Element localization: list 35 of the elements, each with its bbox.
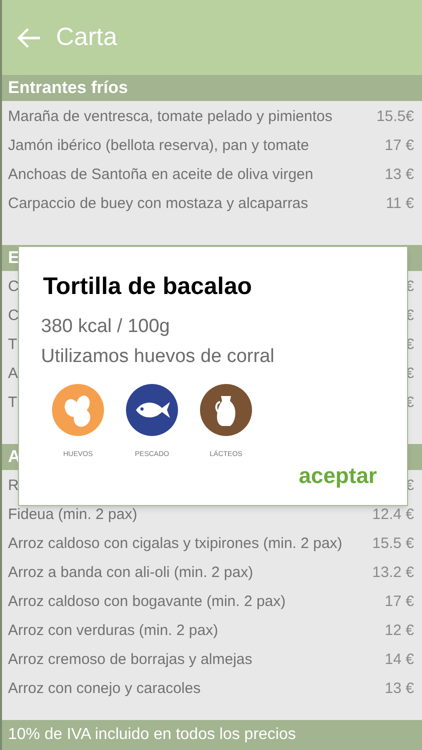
dish-name[interactable]: C bbox=[8, 305, 19, 328]
footer-note: 10% de IVA incluido en todos los precios bbox=[2, 720, 422, 750]
dish-name[interactable]: Arroz cremoso de borrajas y almejas bbox=[8, 649, 252, 672]
dish-price: 15.5 € bbox=[372, 534, 414, 554]
dish-name[interactable]: Arroz con conejo y caracoles bbox=[8, 678, 201, 701]
dish-name[interactable]: Carpaccio de buey con mostaza y alcaparras bbox=[8, 193, 308, 216]
dish-name[interactable]: A bbox=[8, 363, 18, 386]
dish-price: 17 € bbox=[384, 592, 414, 612]
calorie-text: 380 kcal / 100g bbox=[41, 315, 170, 339]
dish-name[interactable]: C bbox=[8, 276, 19, 299]
note-text: Utilizamos huevos de corral bbox=[41, 345, 274, 369]
dish-name[interactable]: Arroz a banda con ali-oli (min. 2 pax) bbox=[8, 562, 254, 585]
dish-name[interactable]: R bbox=[8, 475, 19, 498]
dish-price: 12.4 € bbox=[372, 505, 414, 526]
dish-name[interactable]: Fideua (min. 2 pax) bbox=[8, 504, 138, 527]
dish-name[interactable]: T bbox=[8, 392, 18, 415]
dish-name[interactable]: Anchoas de Santoña en aceite de oliva virgen bbox=[8, 164, 314, 187]
dialog-title: Tortilla de bacalao bbox=[43, 272, 252, 302]
back-arrow-icon bbox=[17, 28, 41, 48]
page-title: Carta bbox=[56, 22, 118, 53]
dish-price: 13 € bbox=[384, 679, 414, 700]
section-header: Entrantes fríos bbox=[2, 75, 422, 101]
dish-price: 17 € bbox=[384, 136, 414, 156]
dish-name[interactable]: Arroz caldoso con bogavante (min. 2 pax) bbox=[8, 591, 286, 614]
dish-name[interactable]: Jamón ibérico (bellota reserva), pan y tomate bbox=[8, 135, 309, 158]
dish-price: 11 € bbox=[386, 194, 414, 214]
dish-name[interactable]: Maraña de ventresca, tomate pelado y pimientos bbox=[8, 106, 332, 129]
dish-price: 15.5€ bbox=[376, 107, 414, 128]
dish-price: 13 € bbox=[384, 165, 414, 186]
dish-name[interactable]: Arroz con verduras (min. 2 pax) bbox=[8, 620, 218, 643]
dish-price: 12 € bbox=[384, 621, 414, 642]
dish-name[interactable]: T bbox=[8, 334, 18, 357]
dish-name[interactable]: Arroz caldoso con cigalas y txipirones (min. 2 pax) bbox=[8, 533, 342, 556]
dish-price: 13.2 € bbox=[372, 563, 414, 584]
dish-price: 14 € bbox=[384, 650, 414, 670]
